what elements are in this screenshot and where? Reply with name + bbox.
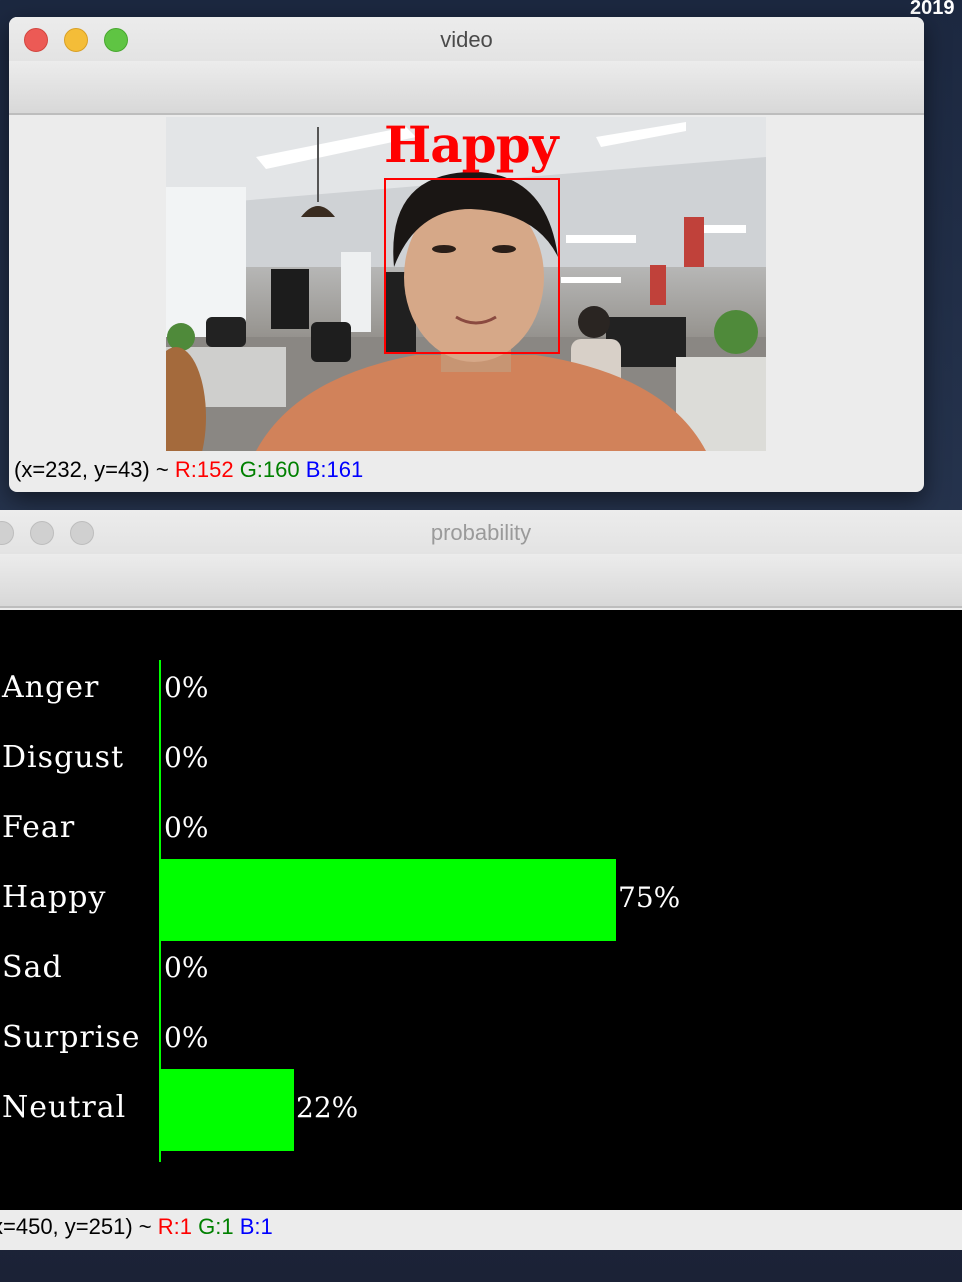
emotion-overlay-label: Happy <box>384 117 559 174</box>
probability-chart[interactable]: Anger 0% Disgust 0% Fear 0% Happy 75% Sad 0% Surpr… <box>0 610 962 1210</box>
video-status-bar: (x=232, y=43) ~ R:152 G:160 B:161 <box>14 457 363 483</box>
video-toolbar <box>9 61 924 115</box>
status-r: R:1 <box>157 1214 192 1239</box>
value-label: 0% <box>164 671 209 704</box>
probability-bar <box>160 1069 294 1151</box>
window-controls <box>24 28 128 52</box>
value-label: 0% <box>164 951 209 984</box>
status-g: G:160 <box>239 457 300 482</box>
status-g: G:1 <box>198 1214 234 1239</box>
status-b: B:161 <box>305 457 364 482</box>
value-label: 0% <box>164 1021 209 1054</box>
window-controls <box>0 521 94 545</box>
category-label: Surprise <box>2 1020 141 1055</box>
value-label: 22% <box>296 1091 359 1124</box>
close-button[interactable] <box>24 28 48 52</box>
status-coords: (x=232, y=43) ~ <box>14 457 169 482</box>
close-button[interactable] <box>0 521 14 545</box>
zoom-button[interactable] <box>104 28 128 52</box>
category-label: Fear <box>2 810 76 845</box>
status-r: R:152 <box>174 457 234 482</box>
zoom-button[interactable] <box>70 521 94 545</box>
probability-titlebar[interactable]: probability <box>0 510 962 554</box>
probability-window[interactable]: probability Anger 0% Disgust 0% Fear 0% Happy 7… <box>0 510 962 1250</box>
value-label: 0% <box>164 811 209 844</box>
category-label: Happy <box>2 880 107 915</box>
video-frame[interactable]: Happy <box>166 117 766 451</box>
video-titlebar[interactable]: video <box>9 17 924 61</box>
category-label: Neutral <box>2 1090 127 1125</box>
window-title: probability <box>430 520 532 545</box>
minimize-button[interactable] <box>64 28 88 52</box>
probability-status-bar: x=450, y=251) ~ R:1 G:1 B:1 <box>0 1210 962 1250</box>
value-label: 75% <box>618 881 681 914</box>
probability-bar <box>160 859 616 941</box>
value-label: 0% <box>164 741 209 774</box>
window-title: video <box>440 27 493 52</box>
status-b: B:1 <box>239 1214 273 1239</box>
probability-toolbar <box>0 554 962 608</box>
category-label: Anger <box>2 670 100 705</box>
category-label: Disgust <box>2 740 125 775</box>
status-coords: x=450, y=251) ~ <box>0 1214 152 1239</box>
minimize-button[interactable] <box>30 521 54 545</box>
video-window[interactable]: video Happy (x=232, y=43) ~ R:152 G:160 … <box>9 17 924 492</box>
category-label: Sad <box>2 950 63 985</box>
